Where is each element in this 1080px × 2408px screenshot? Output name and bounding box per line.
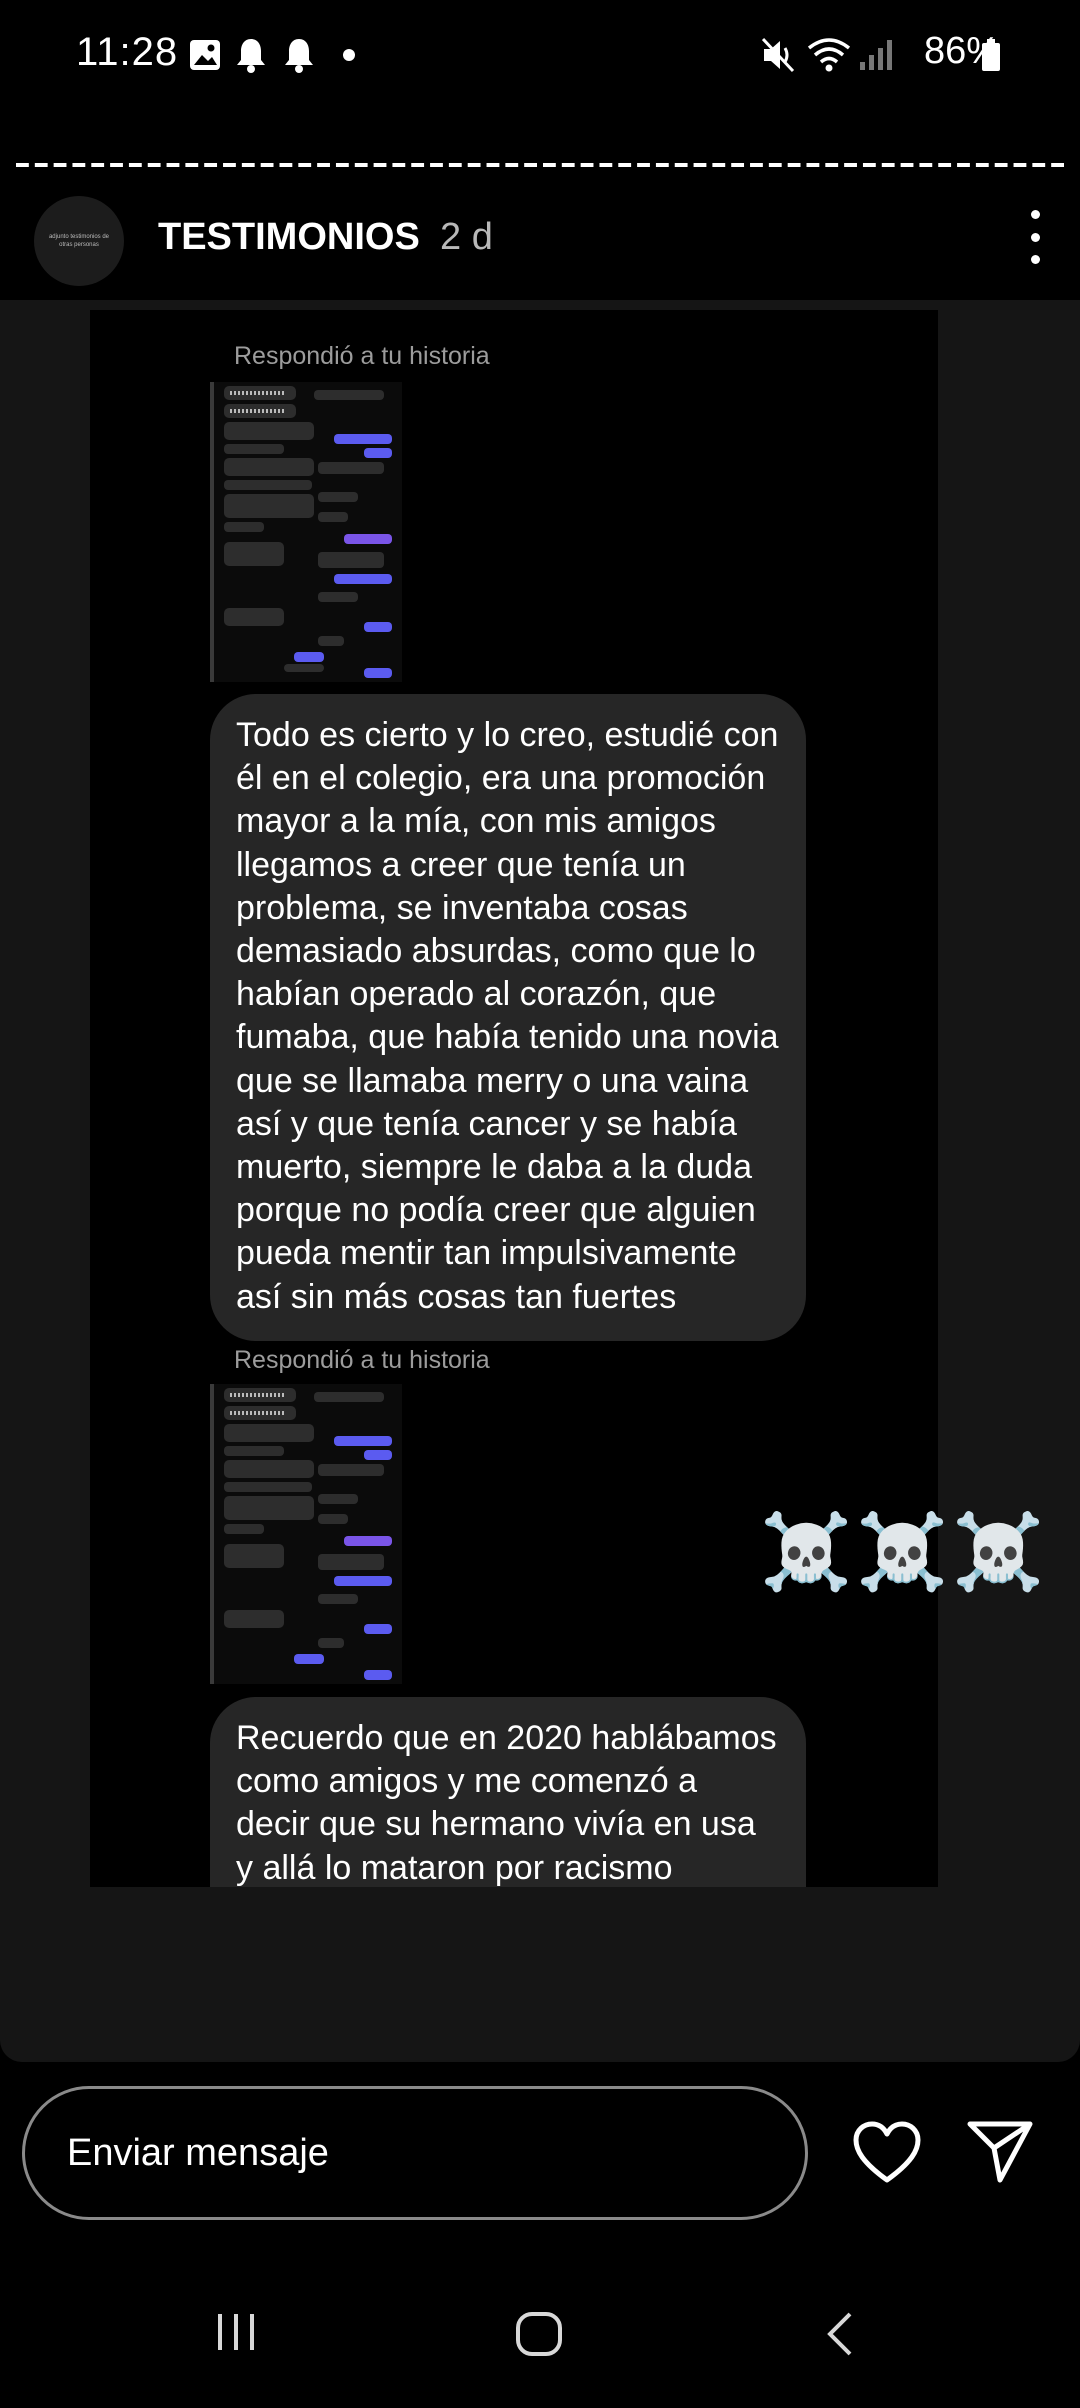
more-options-icon[interactable]	[1020, 210, 1050, 264]
progress-segment	[1032, 163, 1046, 167]
progress-segment	[750, 163, 763, 167]
story-progress-bar	[16, 163, 1064, 167]
progress-segment	[505, 163, 519, 167]
progress-segment	[938, 163, 952, 167]
recents-icon[interactable]	[214, 2310, 258, 2354]
story-thumbnail	[210, 1384, 402, 1684]
progress-segment	[279, 163, 293, 167]
progress-segment	[354, 163, 368, 167]
story-avatar[interactable]: adjunto testimonios de otras personas	[34, 196, 124, 286]
progress-segment	[430, 163, 443, 167]
progress-segment	[467, 163, 481, 167]
progress-segment	[486, 163, 500, 167]
progress-segment	[128, 163, 142, 167]
progress-segment	[411, 163, 425, 167]
progress-segment	[825, 163, 839, 167]
skull-emoji-reaction: ☠️☠️☠️	[760, 1510, 1049, 1593]
home-icon[interactable]	[514, 2310, 564, 2358]
progress-segment	[900, 163, 914, 167]
progress-segment	[34, 163, 48, 167]
progress-segment	[373, 163, 387, 167]
send-message-input[interactable]	[22, 2086, 808, 2220]
heart-icon[interactable]	[852, 2120, 922, 2186]
progress-segment	[881, 163, 895, 167]
story-time-ago: 2 d	[440, 216, 493, 258]
progress-segment	[204, 163, 218, 167]
reply-label: Respondió a tu historia	[234, 1346, 490, 1374]
progress-segment	[994, 163, 1008, 167]
progress-segment	[166, 163, 180, 167]
signal-icon	[860, 40, 892, 70]
progress-segment	[919, 163, 933, 167]
progress-segment	[712, 163, 726, 167]
message-bubble[interactable]: Recuerdo que en 2020 hablábamos como ami…	[210, 1697, 806, 1887]
progress-segment	[1051, 163, 1064, 167]
wifi-icon	[807, 38, 851, 72]
progress-segment	[862, 163, 876, 167]
progress-segment	[392, 163, 406, 167]
progress-segment	[674, 163, 688, 167]
chat-screenshot-image	[214, 382, 402, 682]
progress-segment	[298, 163, 312, 167]
progress-segment	[16, 163, 29, 167]
progress-segment	[599, 163, 613, 167]
bell-icon	[285, 39, 313, 73]
bell-icon	[237, 39, 265, 73]
progress-segment	[655, 163, 669, 167]
progress-segment	[223, 163, 236, 167]
progress-segment	[693, 163, 707, 167]
progress-segment	[731, 163, 745, 167]
progress-segment	[448, 163, 462, 167]
progress-segment	[618, 163, 632, 167]
progress-segment	[768, 163, 782, 167]
story-thumbnail	[210, 382, 402, 682]
reply-label: Respondió a tu historia	[234, 342, 490, 370]
progress-segment	[806, 163, 820, 167]
progress-segment	[241, 163, 255, 167]
battery-icon	[982, 39, 1000, 71]
progress-segment	[91, 163, 105, 167]
progress-segment	[561, 163, 575, 167]
progress-segment	[147, 163, 161, 167]
progress-segment	[787, 163, 801, 167]
status-time: 11:28	[76, 30, 179, 74]
back-icon[interactable]	[822, 2310, 858, 2358]
progress-segment	[72, 163, 86, 167]
story-username[interactable]: TESTIMONIOS	[158, 216, 420, 259]
progress-segment	[543, 163, 556, 167]
progress-segment	[1013, 163, 1027, 167]
progress-segment	[524, 163, 537, 167]
progress-segment	[260, 163, 274, 167]
avatar-text: adjunto testimonios de otras personas	[48, 234, 110, 248]
progress-segment	[110, 163, 123, 167]
progress-segment	[844, 163, 857, 167]
progress-segment	[317, 163, 330, 167]
screenshot-content: Respondió a tu historia Todo es cierto y…	[90, 310, 938, 1887]
mute-icon	[761, 37, 795, 73]
progress-segment	[53, 163, 67, 167]
progress-segment	[975, 163, 989, 167]
progress-segment	[957, 163, 970, 167]
progress-segment	[580, 163, 594, 167]
gallery-icon	[190, 40, 220, 70]
send-icon[interactable]	[966, 2118, 1034, 2184]
progress-segment	[637, 163, 650, 167]
message-bubble[interactable]: Todo es cierto y lo creo, estudié con él…	[210, 694, 806, 1341]
chat-screenshot-image	[214, 1384, 402, 1684]
progress-segment	[335, 163, 349, 167]
dot-icon	[343, 49, 355, 61]
progress-segment	[185, 163, 199, 167]
